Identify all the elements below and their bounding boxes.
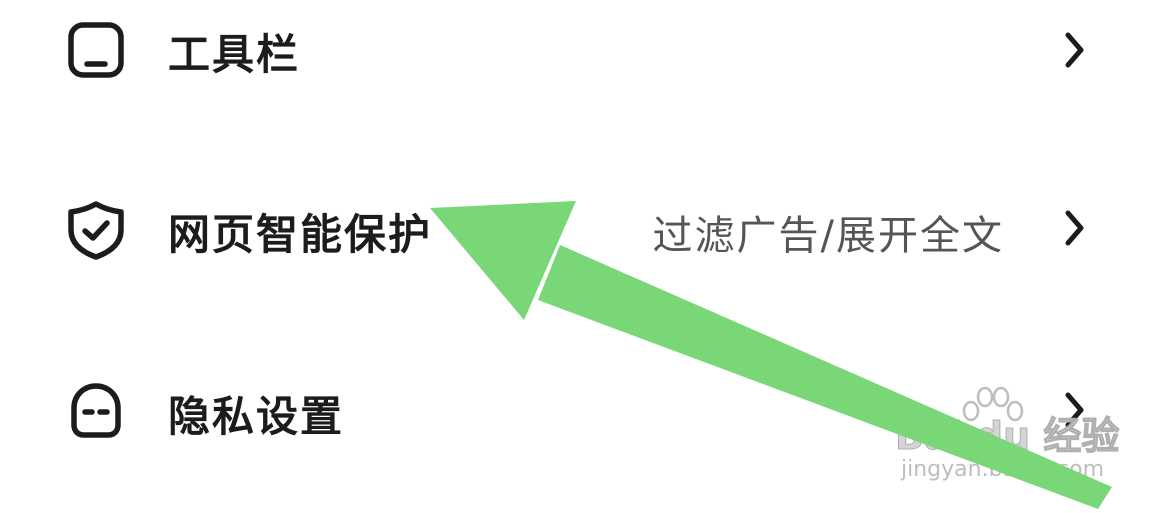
settings-row-value: 过滤广告/展开全文 [652,213,1004,259]
shield-check-icon [66,200,126,260]
baidu-jingyan-watermark: Bai du 经验 jingyan.baidu.com [894,385,1120,495]
settings-row-label: 网页智能保护 [168,210,433,259]
watermark-brand: Bai du 经验 [894,414,1120,459]
settings-row-toolbar[interactable]: 工具栏 [0,0,1170,110]
settings-screen: 工具栏 网页智能保护 过滤广告/展开全文 隐私设置 Bai du 经验 jing… [0,0,1170,513]
settings-row-web-protection[interactable]: 网页智能保护 过滤广告/展开全文 [0,170,1170,290]
privacy-face-icon [66,380,126,440]
chevron-right-icon [1062,208,1088,248]
settings-row-label: 隐私设置 [168,392,345,441]
watermark-url: jingyan.baidu.com [901,457,1105,482]
toolbar-icon [66,20,126,80]
settings-row-label: 工具栏 [168,30,301,79]
chevron-right-icon [1062,30,1088,70]
